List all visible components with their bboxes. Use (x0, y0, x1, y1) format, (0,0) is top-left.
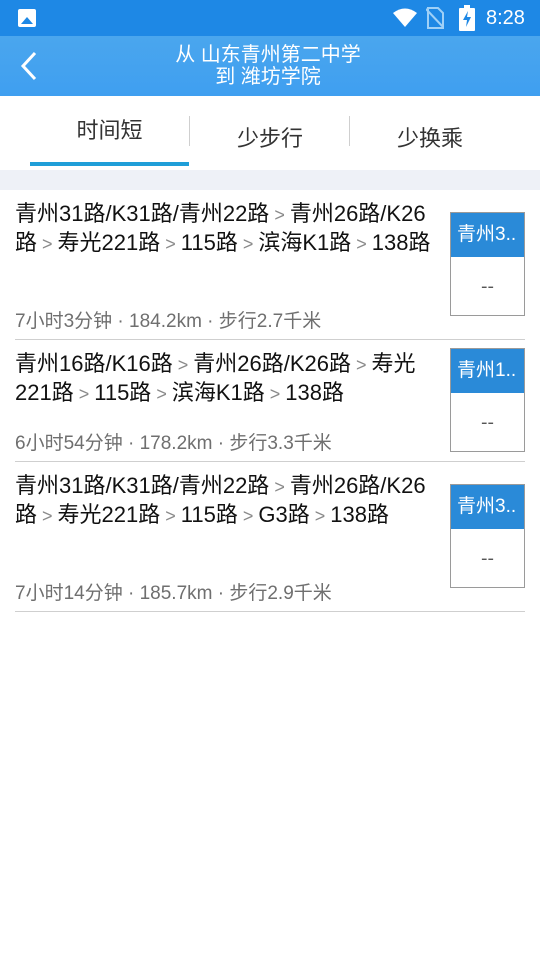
badge-line-name: 青州1.. (451, 349, 524, 393)
arrow-icon: > (356, 234, 367, 254)
route-lines: 青州16路/K16路 > 青州26路/K26路 > 寿光221路 >115路 > 滨海K1路 >… (15, 350, 447, 408)
route-item[interactable]: 青州31路/K31路/青州22路 > 青州26路/K26路 > 寿光221路 >115路 >… (15, 190, 525, 340)
arrow-icon: > (274, 205, 285, 225)
section-divider (0, 170, 540, 190)
line-segment: 115路 (180, 230, 238, 255)
status-bar: 8:28 (0, 0, 540, 36)
arrow-icon: > (269, 384, 281, 404)
tab-selected-indicator (30, 162, 189, 166)
route-lines: 青州31路/K31路/青州22路 > 青州26路/K26路 > 寿光221路 >115路 >… (15, 200, 447, 258)
line-segment: 青州26路/K26路 (193, 351, 351, 376)
back-chevron-icon[interactable] (18, 50, 42, 82)
line-segment: 138路 (330, 502, 389, 527)
battery-charging-icon (459, 5, 475, 31)
line-segment: 滨海K1路 (258, 230, 352, 255)
no-sim-icon (426, 7, 444, 29)
tab-least-walking[interactable]: 少步行 (190, 100, 350, 174)
line-segment: 138路 (285, 380, 344, 405)
badge-line-name: 青州3.. (451, 213, 524, 257)
arrow-icon: > (177, 355, 189, 375)
route-meta: 6小时54分钟 · 178.2km · 步行3.3千米 (15, 433, 332, 454)
route-badge[interactable]: 青州3.. -- (450, 212, 525, 316)
badge-value: -- (481, 412, 494, 433)
route-badge[interactable]: 青州1.. -- (450, 348, 525, 452)
arrow-icon: > (314, 506, 326, 526)
route-title: 从 山东青州第二中学 到 潍坊学院 (100, 44, 436, 88)
line-segment: 138路 (371, 230, 431, 255)
arrow-icon: > (242, 234, 254, 254)
line-segment: 115路 (180, 502, 238, 527)
line-segment: G3路 (258, 502, 310, 527)
tab-fewest-transfers[interactable]: 少换乘 (350, 100, 510, 174)
line-segment: 青州31路/K31路/青州22路 (15, 473, 270, 498)
route-meta: 7小时14分钟 · 185.7km · 步行2.9千米 (15, 583, 332, 604)
arrow-icon: > (156, 384, 167, 404)
title-origin: 从 山东青州第二中学 (175, 44, 361, 66)
sort-tabs: 时间短 少步行 少换乘 (0, 96, 540, 170)
status-time: 8:28 (486, 7, 525, 29)
line-segment: 滨海K1路 (171, 380, 265, 405)
route-item[interactable]: 青州31路/K31路/青州22路 > 青州26路/K26路 > 寿光221路 >115路 >… (15, 462, 525, 612)
tab-shortest-time[interactable]: 时间短 (30, 92, 189, 166)
line-segment: 寿光221路 (57, 502, 161, 527)
line-segment: 青州31路/K31路/青州22路 (15, 201, 270, 226)
arrow-icon: > (78, 384, 90, 404)
route-item[interactable]: 青州16路/K16路 > 青州26路/K26路 > 寿光221路 >115路 > 滨海K1路 >… (15, 340, 525, 462)
header: 从 山东青州第二中学 到 潍坊学院 (0, 36, 540, 96)
line-segment: 青州16路/K16路 (15, 351, 173, 376)
arrow-icon: > (42, 506, 53, 526)
badge-line-name: 青州3.. (451, 485, 524, 529)
route-meta: 7小时3分钟 · 184.2km · 步行2.7千米 (15, 311, 322, 332)
arrow-icon: > (42, 234, 53, 254)
wifi-icon (393, 8, 417, 27)
badge-value: -- (481, 276, 494, 297)
arrow-icon: > (165, 234, 176, 254)
route-badge[interactable]: 青州3.. -- (450, 484, 525, 588)
image-icon (18, 9, 36, 27)
arrow-icon: > (165, 506, 176, 526)
arrow-icon: > (355, 355, 367, 375)
arrow-icon: > (242, 506, 254, 526)
title-destination: 到 潍坊学院 (215, 66, 321, 88)
arrow-icon: > (274, 477, 285, 497)
route-lines: 青州31路/K31路/青州22路 > 青州26路/K26路 > 寿光221路 >115路 >… (15, 472, 447, 530)
line-segment: 115路 (94, 380, 152, 405)
line-segment: 寿光221路 (57, 230, 161, 255)
badge-value: -- (481, 548, 494, 569)
